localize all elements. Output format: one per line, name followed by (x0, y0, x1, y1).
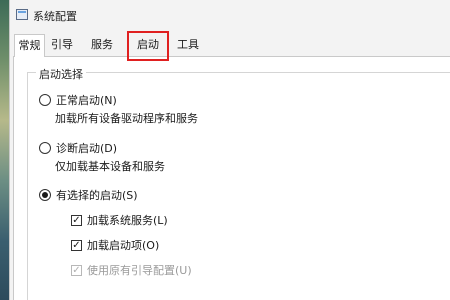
normal-startup-description: 加载所有设备驱动程序和服务 (55, 112, 198, 125)
startup-tab-highlight-box (127, 31, 169, 61)
load-startup-items-label: 加载启动项(O) (87, 239, 160, 252)
screen: 系统配置 常规 引导 服务 启动 工具 启动选择 正常启动(N) 加载所有设备驱… (0, 0, 450, 300)
window-title: 系统配置 (33, 10, 77, 23)
system-config-window: 系统配置 常规 引导 服务 启动 工具 启动选择 正常启动(N) 加载所有设备驱… (9, 0, 450, 300)
selective-startup-radio[interactable] (39, 189, 51, 201)
group-title: 启动选择 (36, 66, 86, 82)
title-bar[interactable]: 系统配置 (10, 0, 450, 30)
tab-tools[interactable]: 工具 (173, 34, 203, 56)
load-startup-items-checkbox[interactable]: ✓ (71, 239, 82, 251)
load-system-services-label: 加载系统服务(L) (87, 214, 168, 227)
load-system-services-checkbox[interactable]: ✓ (71, 214, 82, 226)
normal-startup-radio[interactable] (39, 94, 51, 106)
normal-startup-option[interactable]: 正常启动(N) (39, 92, 117, 108)
diagnostic-startup-radio[interactable] (39, 142, 51, 154)
tab-boot[interactable]: 引导 (49, 34, 75, 56)
selective-startup-label: 有选择的启动(S) (56, 189, 138, 202)
diagnostic-startup-description: 仅加载基本设备和服务 (55, 160, 165, 173)
diagnostic-startup-option[interactable]: 诊断启动(D) (39, 140, 117, 156)
selective-startup-option[interactable]: 有选择的启动(S) (39, 187, 138, 203)
system-config-icon (16, 9, 28, 20)
load-startup-items-option[interactable]: ✓ 加载启动项(O) (71, 237, 159, 253)
tab-services[interactable]: 服务 (88, 34, 116, 56)
use-original-boot-config-checkbox: ✓ (71, 264, 82, 276)
desktop-background (0, 0, 9, 300)
tab-general[interactable]: 常规 (14, 34, 45, 57)
diagnostic-startup-label: 诊断启动(D) (56, 142, 118, 155)
general-tab-panel: 启动选择 正常启动(N) 加载所有设备驱动程序和服务 诊断启动(D) 仅加载基本… (13, 56, 450, 300)
use-original-boot-config-option: ✓ 使用原有引导配置(U) (71, 262, 192, 278)
normal-startup-label: 正常启动(N) (56, 94, 117, 107)
use-original-boot-config-label: 使用原有引导配置(U) (87, 264, 192, 277)
load-system-services-option[interactable]: ✓ 加载系统服务(L) (71, 212, 168, 228)
